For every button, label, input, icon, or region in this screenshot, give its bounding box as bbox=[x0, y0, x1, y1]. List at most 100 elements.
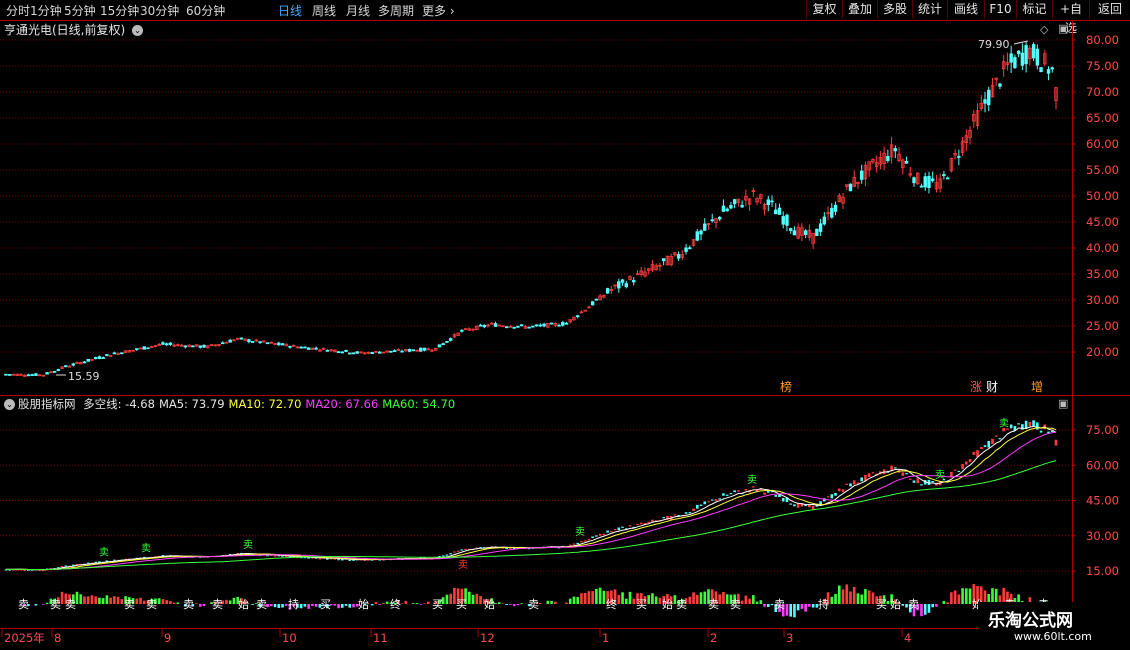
histogram-bar bbox=[94, 596, 97, 604]
candle-body bbox=[277, 342, 281, 346]
indicator-bar bbox=[968, 459, 972, 463]
candle-body bbox=[848, 183, 853, 192]
histogram-bar bbox=[830, 596, 834, 604]
stock-title[interactable]: 亨通光电(日线,前复权) ⌄ bbox=[4, 21, 144, 38]
indicator-bar bbox=[699, 504, 703, 506]
histogram-bar bbox=[923, 604, 927, 615]
candle-body bbox=[531, 325, 535, 328]
candle-body bbox=[370, 352, 374, 354]
signal-label-sell: 卖 bbox=[908, 598, 919, 611]
indicator-bar bbox=[789, 503, 793, 505]
histogram-bar bbox=[157, 598, 161, 604]
candle-body bbox=[661, 258, 666, 262]
signal-label-buy: 买 bbox=[876, 598, 887, 611]
indicator-bar bbox=[979, 446, 983, 450]
event-badge-3[interactable]: 增 bbox=[1031, 378, 1043, 395]
indicator-bar bbox=[908, 478, 912, 480]
price-tick-label: 25.00 bbox=[1086, 319, 1119, 333]
candle-body bbox=[497, 324, 501, 327]
candle-body bbox=[30, 374, 34, 377]
histogram-bar bbox=[703, 591, 707, 604]
candle-body bbox=[448, 338, 453, 341]
histogram-bar bbox=[385, 601, 389, 604]
histogram-bar bbox=[740, 600, 744, 604]
price-low-label: 15.59 bbox=[68, 370, 100, 383]
indicator-bar bbox=[961, 463, 964, 470]
diamond-icon[interactable]: ◇ bbox=[1040, 23, 1048, 36]
indicator-bar bbox=[580, 541, 583, 543]
histogram-bar bbox=[834, 593, 837, 604]
sell-marker: 卖 bbox=[141, 542, 151, 554]
candle-body bbox=[549, 322, 554, 325]
date-tick-label: 3 bbox=[786, 631, 793, 645]
event-badge-1[interactable]: 涨 bbox=[970, 378, 982, 395]
histogram-bar bbox=[576, 596, 580, 604]
candle-body bbox=[392, 350, 397, 352]
histogram-bar bbox=[920, 604, 923, 617]
histogram-bar bbox=[849, 591, 852, 604]
histogram-bar bbox=[161, 599, 165, 604]
signal-label-buy: 买 bbox=[320, 598, 331, 611]
indicator-tick-label: 45.00 bbox=[1086, 494, 1119, 508]
histogram-bar bbox=[113, 596, 116, 604]
histogram-bar bbox=[370, 604, 374, 606]
panel-toggle-icon[interactable]: ▣ bbox=[1058, 397, 1068, 410]
price-tick-label: 70.00 bbox=[1086, 85, 1119, 99]
histogram-bar bbox=[688, 596, 692, 604]
signal-label-start: 始 bbox=[358, 597, 369, 611]
signal-label-end: 终 bbox=[390, 597, 401, 611]
candle-body bbox=[168, 342, 173, 345]
indicator-bar bbox=[617, 527, 621, 531]
indicator-tick-label: 75.00 bbox=[1086, 423, 1119, 437]
price-tick-label: 40.00 bbox=[1086, 241, 1119, 255]
panel-toggle-icon[interactable]: ▣ bbox=[1058, 22, 1068, 35]
histogram-bar bbox=[864, 589, 867, 604]
sell-marker: 卖 bbox=[99, 546, 109, 558]
histogram-bar bbox=[572, 596, 576, 604]
chevron-down-icon[interactable]: ⌄ bbox=[132, 25, 144, 36]
candle-body bbox=[770, 200, 774, 203]
candle-body bbox=[777, 207, 782, 215]
date-tick-label: 2025年 bbox=[4, 631, 45, 645]
candle-body bbox=[191, 345, 195, 348]
event-badge-2[interactable]: 财 bbox=[986, 378, 998, 395]
indicator-bar bbox=[983, 445, 987, 447]
price-tick-label: 30.00 bbox=[1086, 293, 1119, 307]
candle-body bbox=[265, 342, 270, 345]
candle-body bbox=[101, 357, 105, 359]
candle-body bbox=[564, 322, 569, 325]
histogram-bar bbox=[591, 591, 594, 604]
date-tick-label: 12 bbox=[480, 631, 495, 645]
histogram-bar bbox=[553, 601, 557, 604]
candle-body bbox=[815, 228, 819, 236]
indicator-bar bbox=[602, 533, 606, 535]
indicator-bar bbox=[793, 504, 796, 507]
candle-body bbox=[82, 361, 87, 364]
candle-body bbox=[64, 365, 68, 368]
histogram-bar bbox=[169, 601, 172, 604]
candle-body bbox=[325, 349, 330, 352]
sell-marker: 卖 bbox=[575, 526, 585, 538]
indicator-bar bbox=[606, 530, 609, 533]
candle-body bbox=[505, 326, 509, 329]
histogram-bar bbox=[98, 597, 101, 604]
price-tick-label: 80.00 bbox=[1086, 33, 1119, 47]
indicator-bar bbox=[340, 559, 344, 561]
candle-body bbox=[957, 155, 961, 158]
indicator-bar bbox=[957, 470, 961, 473]
candle-body bbox=[135, 348, 139, 351]
candle-body bbox=[830, 207, 834, 218]
histogram-bar bbox=[695, 594, 699, 604]
chevron-down-icon[interactable]: ⌄ bbox=[4, 399, 15, 410]
histogram-bar bbox=[516, 604, 520, 606]
candle-body bbox=[699, 230, 703, 235]
candle-body bbox=[527, 326, 531, 329]
histogram-bar bbox=[770, 604, 774, 606]
indicator-bar bbox=[733, 490, 736, 493]
signal-label-sell: 卖 bbox=[708, 598, 719, 611]
event-badge-0[interactable]: 榜 bbox=[780, 378, 792, 395]
histogram-bar bbox=[755, 601, 759, 604]
indicator-bar bbox=[348, 559, 352, 561]
candle-body bbox=[112, 352, 117, 355]
histogram-bar bbox=[953, 590, 957, 604]
